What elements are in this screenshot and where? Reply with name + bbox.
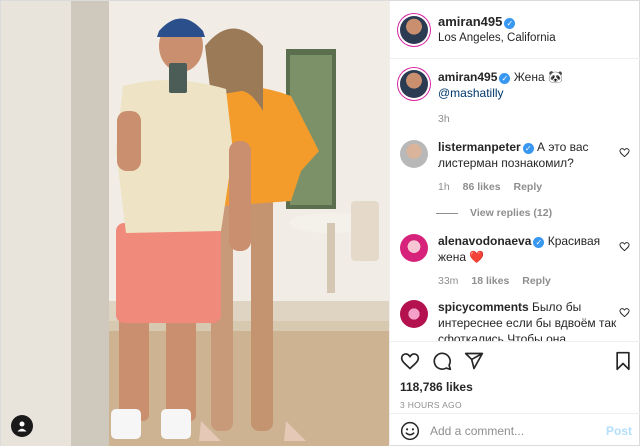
view-replies-button[interactable]: View replies (12) bbox=[436, 207, 632, 219]
comment-username[interactable]: spicycomments bbox=[438, 300, 529, 314]
likes-count[interactable]: 118,786 likes bbox=[400, 380, 632, 394]
post-photo[interactable] bbox=[1, 1, 389, 446]
heart-icon[interactable] bbox=[400, 351, 420, 371]
reply-button[interactable]: Reply bbox=[522, 275, 551, 287]
comment-icon[interactable] bbox=[432, 351, 452, 371]
avatar[interactable] bbox=[400, 140, 428, 168]
share-icon[interactable] bbox=[464, 351, 484, 371]
comment-item: alenavodonaeva ✓ Красивая жена ❤️ 33m 18 … bbox=[400, 233, 632, 289]
add-comment-bar: Post bbox=[390, 413, 640, 446]
comment-item: listermanpeter ✓ А это вас листерман позн… bbox=[400, 139, 632, 195]
comment-item: spicycomments Было бы интереснее если бы… bbox=[400, 299, 632, 341]
instagram-post: amiran495 ✓ Los Angeles, California amira… bbox=[0, 0, 640, 446]
post-actions: 118,786 likes 3 HOURS AGO bbox=[390, 341, 640, 410]
photo-illustration bbox=[1, 1, 389, 446]
post-location[interactable]: Los Angeles, California bbox=[438, 30, 556, 46]
post-time: 3 HOURS AGO bbox=[400, 400, 462, 410]
caption: amiran495 ✓ Жена 🐼 @mashatilly 3h bbox=[400, 69, 632, 127]
reply-button[interactable]: Reply bbox=[513, 181, 542, 193]
comment-time: 33m bbox=[438, 275, 459, 287]
post-sidebar: amiran495 ✓ Los Angeles, California amira… bbox=[389, 1, 640, 446]
comment-likes[interactable]: 18 likes bbox=[471, 275, 509, 287]
verified-icon: ✓ bbox=[522, 143, 534, 154]
comment-username[interactable]: listermanpeter bbox=[438, 140, 521, 154]
caption-text: Жена 🐼 bbox=[513, 70, 563, 84]
avatar[interactable] bbox=[400, 70, 428, 98]
verified-icon: ✓ bbox=[504, 17, 516, 29]
heart-icon[interactable] bbox=[619, 147, 630, 158]
comment-input[interactable] bbox=[430, 423, 606, 438]
comments-list[interactable]: amiran495 ✓ Жена 🐼 @mashatilly 3h listerm… bbox=[390, 59, 640, 341]
post-header: amiran495 ✓ Los Angeles, California bbox=[390, 1, 640, 59]
bookmark-icon[interactable] bbox=[614, 351, 632, 371]
post-button[interactable]: Post bbox=[606, 424, 632, 438]
user-tag-icon[interactable] bbox=[11, 415, 33, 437]
heart-icon[interactable] bbox=[619, 241, 630, 252]
caption-mention[interactable]: @mashatilly bbox=[438, 86, 504, 100]
verified-icon: ✓ bbox=[499, 73, 511, 84]
verified-icon: ✓ bbox=[533, 237, 545, 248]
heart-icon[interactable] bbox=[619, 307, 630, 318]
avatar[interactable] bbox=[400, 15, 428, 44]
caption-username[interactable]: amiran495 bbox=[438, 70, 497, 84]
comment-likes[interactable]: 86 likes bbox=[463, 181, 501, 193]
avatar[interactable] bbox=[400, 234, 428, 262]
comment-username[interactable]: alenavodonaeva bbox=[438, 234, 531, 248]
emoji-icon[interactable] bbox=[400, 421, 420, 441]
author-username[interactable]: amiran495 bbox=[438, 14, 502, 29]
comment-time: 1h bbox=[438, 181, 450, 193]
avatar[interactable] bbox=[400, 300, 428, 328]
caption-time: 3h bbox=[438, 113, 450, 125]
